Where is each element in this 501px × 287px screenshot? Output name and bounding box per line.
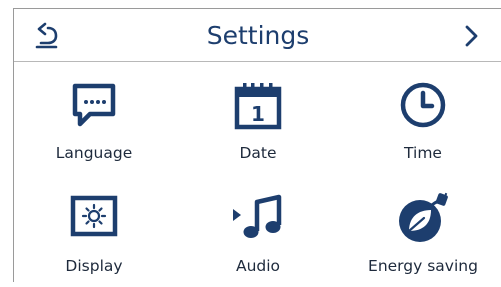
back-button[interactable] (32, 21, 62, 51)
back-arrow-icon (35, 22, 58, 49)
tile-label: Audio (235, 257, 281, 275)
calendar-icon: 1 (234, 83, 282, 130)
tile-label: Time (404, 144, 442, 162)
tile-energy-saving[interactable]: Energy saving (358, 187, 488, 287)
tile-date[interactable]: 1 Date (193, 73, 323, 173)
speech-bubble-icon (72, 83, 116, 127)
tile-time[interactable]: Time (358, 73, 488, 173)
tile-label: Language (55, 144, 133, 162)
tile-label: Display (65, 257, 123, 275)
settings-screen: Settings Language 1 Date Time Display Au… (13, 8, 501, 282)
tile-language[interactable]: Language (29, 73, 159, 173)
tile-display[interactable]: Display (29, 187, 159, 287)
chevron-right-icon (465, 25, 478, 47)
music-note-icon (233, 194, 282, 238)
clock-icon (400, 82, 446, 128)
tile-label: Date (239, 144, 277, 162)
calendar-day: 1 (251, 102, 265, 126)
brightness-icon (70, 195, 118, 237)
tile-label: Energy saving (368, 257, 478, 275)
tile-audio[interactable]: Audio (193, 187, 323, 287)
leaf-plug-icon (399, 192, 448, 242)
header-bar: Settings (14, 9, 501, 62)
page-title: Settings (206, 21, 310, 50)
next-button[interactable] (460, 22, 484, 50)
